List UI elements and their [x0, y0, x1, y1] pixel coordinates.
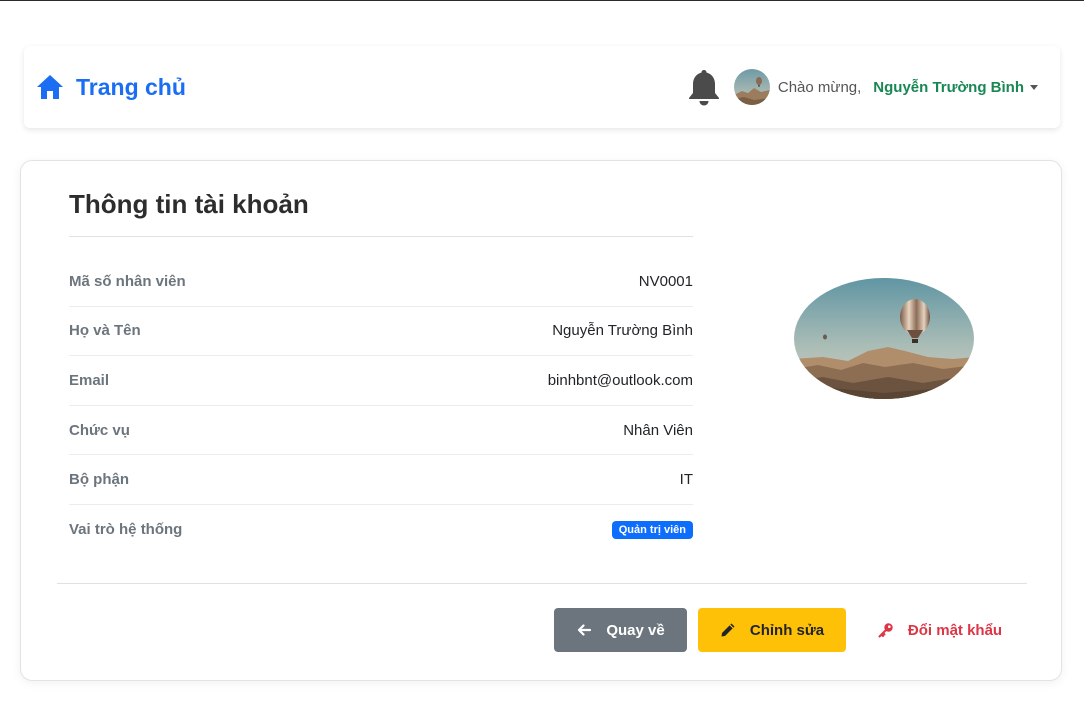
- field-row-system-role: Vai trò hệ thống Quản trị viên: [69, 505, 693, 555]
- bell-icon[interactable]: [686, 67, 722, 107]
- field-row-position: Chức vụ Nhân Viên: [69, 406, 693, 456]
- pencil-icon: [721, 623, 735, 637]
- top-border: [0, 0, 1084, 1]
- edit-button[interactable]: Chỉnh sửa: [698, 608, 846, 652]
- field-label: Bộ phận: [69, 471, 129, 489]
- field-row-department: Bộ phận IT: [69, 455, 693, 505]
- home-link[interactable]: Trang chủ: [36, 74, 186, 101]
- field-value: NV0001: [638, 272, 693, 290]
- role-badge: Quản trị viên: [611, 520, 693, 539]
- profile-photo: [794, 278, 974, 399]
- user-area: Chào mừng, Nguyễn Trường Bình: [686, 67, 1038, 107]
- field-label: Vai trò hệ thống: [69, 521, 183, 539]
- page-title: Thông tin tài khoản: [69, 189, 309, 219]
- field-value: binhbnt@outlook.com: [547, 371, 693, 389]
- avatar[interactable]: [733, 69, 770, 105]
- account-fields: Mã số nhân viên NV0001 Họ và Tên Nguyễn …: [69, 257, 693, 555]
- change-password-label: Đổi mật khẩu: [907, 621, 1003, 639]
- field-value: IT: [679, 471, 693, 489]
- arrow-left-icon: [578, 624, 592, 636]
- field-label: Họ và Tên: [69, 322, 141, 340]
- greeting-text: Chào mừng,: [777, 78, 862, 96]
- home-icon: [37, 75, 63, 99]
- user-name: Nguyễn Trường Bình: [873, 78, 1024, 96]
- field-row-full-name: Họ và Tên Nguyễn Trường Bình: [69, 307, 693, 357]
- chevron-down-icon: [1030, 84, 1038, 90]
- change-password-button[interactable]: Đổi mật khẩu: [865, 608, 1015, 652]
- edit-button-label: Chỉnh sửa: [749, 621, 825, 639]
- field-label: Chức vụ: [69, 421, 130, 439]
- key-icon: [878, 623, 893, 638]
- field-value: Nguyễn Trường Bình: [552, 322, 693, 340]
- user-menu-toggle[interactable]: Nguyễn Trường Bình: [873, 79, 1038, 96]
- back-button[interactable]: Quay về: [554, 608, 687, 652]
- footer-divider: [57, 583, 1027, 584]
- title-divider: [69, 236, 693, 237]
- field-label: Email: [69, 371, 110, 389]
- field-value: Nhân Viên: [623, 421, 693, 439]
- back-button-label: Quay về: [606, 621, 665, 639]
- field-label: Mã số nhân viên: [69, 272, 186, 290]
- account-info-card: Thông tin tài khoản Mã số nhân viên NV00…: [20, 160, 1062, 681]
- top-navbar: Trang chủ Chào mừng, Nguyễn Trường Bình: [24, 46, 1060, 128]
- home-link-label: Trang chủ: [76, 73, 186, 100]
- field-row-email: Email binhbnt@outlook.com: [69, 356, 693, 406]
- field-row-employee-id: Mã số nhân viên NV0001: [69, 257, 693, 307]
